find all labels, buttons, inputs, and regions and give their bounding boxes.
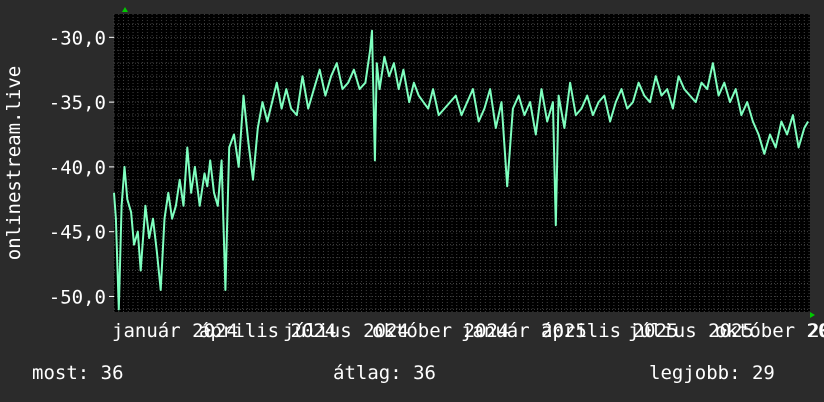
y-tick-label: -30,0 [49,27,106,49]
plot-area [114,14,810,312]
x-axis-ticks: január 2024április 2024július 2024októbe… [112,320,824,342]
stat-average: átlag: 36 [333,362,436,384]
y-axis-arrow [122,7,128,12]
stat-current: most: 36 [32,362,124,384]
stat-best: legjobb: 29 [649,362,775,384]
y-tick-label: -45,0 [49,222,106,244]
y-tick-label: -40,0 [49,157,106,179]
y-axis-label: onlinestream.live [3,66,25,260]
y-tick-label: -50,0 [49,286,106,308]
y-tick-label: -35,0 [49,92,106,114]
y-axis-ticks: -30,0 -35,0 -40,0 -45,0 -50,0 [49,27,114,308]
x-tick-label: 20 [808,320,824,342]
line-chart: -30,0 -35,0 -40,0 -45,0 -50,0 január 2024ápr… [3,7,824,342]
x-axis-arrow [810,312,815,318]
